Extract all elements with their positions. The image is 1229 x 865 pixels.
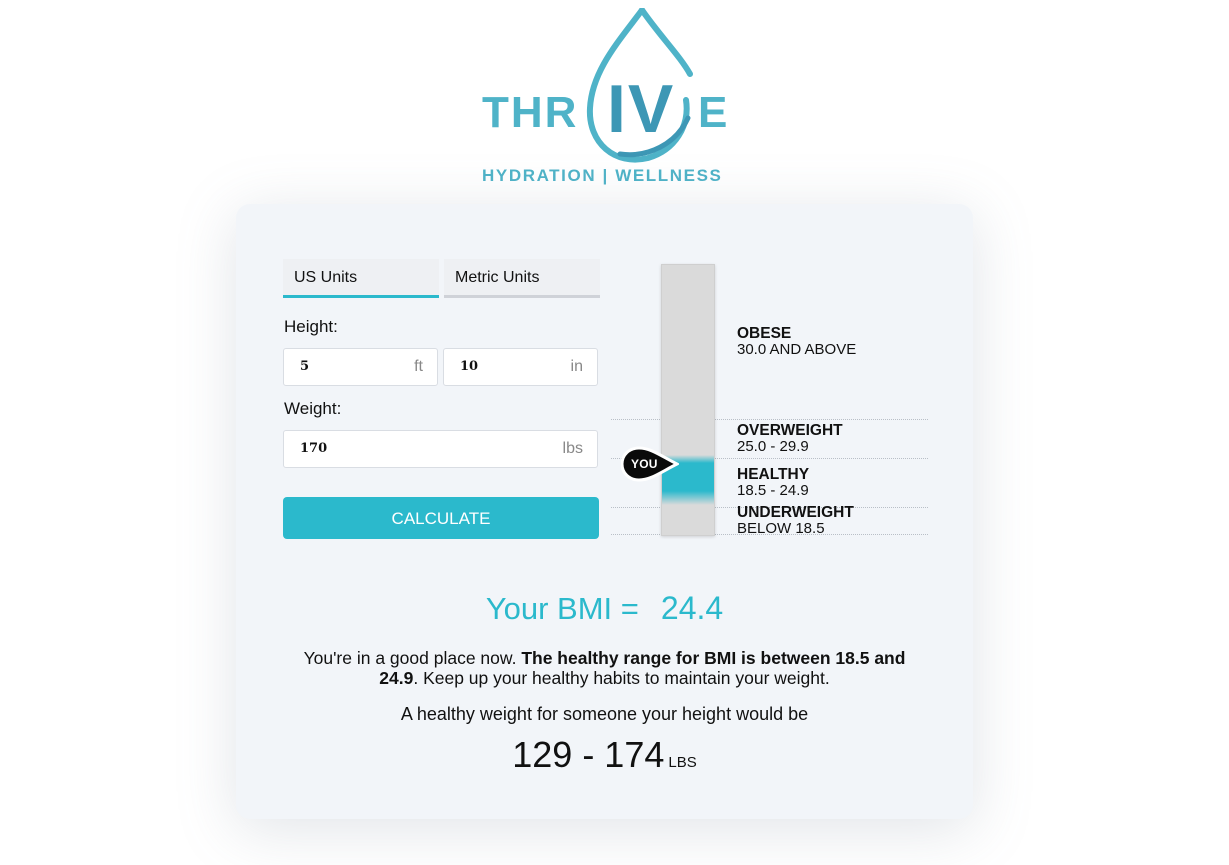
height-inches-unit: in — [570, 358, 583, 375]
bmi-message: You're in a good place now. The healthy … — [286, 648, 923, 688]
range-healthy-name: HEALTHY — [737, 466, 810, 483]
range-healthy-value: 18.5 - 24.9 — [737, 482, 809, 499]
bmi-message-outro: . Keep up your healthy habits to maintai… — [413, 668, 830, 688]
tab-metric-units[interactable]: Metric Units — [444, 259, 600, 298]
healthy-weight-text: A healthy weight for someone your height… — [400, 704, 809, 724]
logo-text-left: THR — [482, 88, 579, 137]
bmi-result: Your BMI = 24.4 — [236, 590, 973, 627]
you-marker: YOU — [620, 446, 681, 482]
range-underweight-name: UNDERWEIGHT — [737, 504, 854, 521]
range-underweight: UNDERWEIGHT BELOW 18.5 — [737, 505, 854, 537]
bmi-result-value: 24.4 — [660, 590, 724, 626]
divider-obese-overweight — [611, 419, 928, 420]
height-feet-field[interactable]: 5 ft — [283, 348, 438, 386]
range-obese-value: 30.0 AND ABOVE — [737, 341, 857, 358]
weight-value: 170 — [300, 441, 328, 456]
tab-us-units[interactable]: US Units — [283, 259, 439, 298]
healthy-weight-range: 129 - 174 LBS — [236, 734, 973, 776]
healthy-weight-range-unit: LBS — [668, 754, 697, 771]
height-inches-value: 10 — [460, 359, 479, 374]
bmi-message-intro: You're in a good place now. — [303, 648, 517, 668]
bmi-result-label: Your BMI = — [485, 591, 639, 626]
thrive-logo: THR IV E HYDRATION | WELLNESS — [470, 8, 740, 190]
range-obese: OBESE 30.0 AND ABOVE — [737, 326, 856, 358]
logo-text-right: E — [698, 88, 730, 137]
range-overweight-name: OVERWEIGHT — [737, 422, 843, 439]
logo-tagline: HYDRATION | WELLNESS — [482, 166, 723, 185]
healthy-weight-range-value: 129 - 174 — [512, 734, 665, 775]
range-obese-name: OBESE — [737, 325, 792, 342]
weight-field[interactable]: 170 lbs — [283, 430, 598, 468]
range-healthy: HEALTHY 18.5 - 24.9 — [737, 467, 809, 499]
height-label: Height: — [284, 317, 338, 336]
you-marker-label: YOU — [631, 457, 658, 471]
bmi-calculator-card: US Units Metric Units Height: 5 ft 10 in… — [236, 204, 973, 819]
range-underweight-value: BELOW 18.5 — [737, 520, 825, 537]
weight-label: Weight: — [284, 399, 342, 418]
height-feet-unit: ft — [414, 358, 423, 375]
height-inches-field[interactable]: 10 in — [443, 348, 598, 386]
weight-unit: lbs — [562, 440, 583, 457]
range-overweight: OVERWEIGHT 25.0 - 29.9 — [737, 423, 843, 455]
height-feet-value: 5 — [300, 359, 310, 374]
page: THR IV E HYDRATION | WELLNESS US Units M… — [0, 0, 1229, 865]
calculate-button[interactable]: CALCULATE — [283, 497, 599, 539]
unit-tabs: US Units Metric Units — [283, 259, 600, 301]
range-overweight-value: 25.0 - 29.9 — [737, 438, 809, 455]
logo-text-iv: IV — [607, 71, 676, 147]
bmi-gauge-bar — [661, 264, 715, 536]
